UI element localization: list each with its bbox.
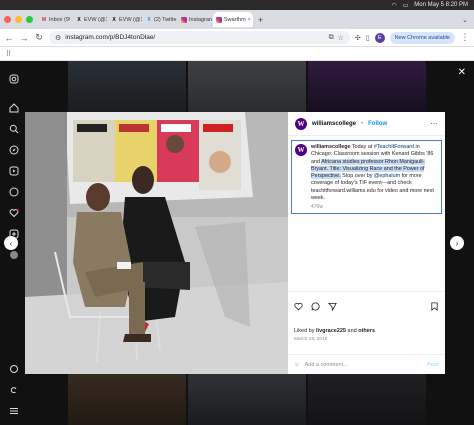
- post-date[interactable]: March 19, 2016: [294, 337, 327, 342]
- browser-tab[interactable]: XEVW (@1×: [73, 12, 107, 27]
- bookmarks-bar: ⠿: [0, 47, 474, 61]
- browser-tab[interactable]: XEVW (@1×: [108, 12, 142, 27]
- home-icon[interactable]: [8, 102, 20, 114]
- browser-tab[interactable]: MInbox (9!×: [38, 12, 72, 27]
- instagram-icon: [181, 16, 187, 23]
- post-comment-button[interactable]: Post: [427, 362, 439, 368]
- next-post-arrow-icon[interactable]: ›: [450, 236, 464, 250]
- browser-tab[interactable]: Instagran×: [178, 12, 212, 27]
- search-icon[interactable]: [8, 123, 20, 135]
- tab-label: Swarthm: [224, 16, 246, 23]
- gmail-icon: M: [41, 16, 47, 23]
- maximize-window-button[interactable]: [26, 16, 33, 23]
- post-details-panel: W williamscollege • Follow ··· W william…: [288, 112, 445, 374]
- wifi-icon[interactable]: ◠: [391, 2, 396, 9]
- caption-username[interactable]: williamscollege: [311, 144, 351, 150]
- comment-bar: ☺ Add a comment... Post: [288, 354, 445, 374]
- close-window-button[interactable]: [4, 16, 11, 23]
- likes-and: and: [345, 328, 359, 334]
- apps-grid-icon[interactable]: ⠿: [6, 50, 11, 58]
- browser-tab[interactable]: X(2) Twitte×: [143, 12, 177, 27]
- reload-icon[interactable]: ↻: [34, 32, 44, 43]
- tab-strip: MInbox (9!×XEVW (@1×XEVW (@1×X(2) Twitte…: [0, 10, 474, 29]
- explore-icon[interactable]: [8, 144, 20, 156]
- caption-part: Stop over by: [340, 173, 374, 180]
- back-icon[interactable]: ←: [4, 33, 14, 43]
- caption-timestamp: 476w: [311, 204, 323, 211]
- x-icon: X: [112, 16, 116, 23]
- more-options-icon[interactable]: ···: [430, 119, 438, 128]
- previous-post-arrow-icon[interactable]: ‹: [4, 236, 18, 250]
- new-tab-button[interactable]: +: [254, 15, 267, 25]
- likes-prefix: Liked by: [294, 328, 317, 334]
- profile-icon[interactable]: [8, 249, 20, 261]
- comment-icon[interactable]: [311, 298, 320, 316]
- new-chrome-available-button[interactable]: New Chrome available: [389, 31, 455, 44]
- account-avatar[interactable]: W: [295, 117, 307, 130]
- close-icon[interactable]: ✕: [458, 67, 466, 78]
- hashtag-link[interactable]: #TeachItForward: [374, 144, 414, 150]
- caption-block: W williamscollege Today at #TeachItForwa…: [291, 140, 442, 215]
- browser-toolbar: ← → ↻ ⚙ instagram.com/p/BDJ4tonDlae/ ⧉ ☆…: [0, 29, 474, 47]
- caption-avatar[interactable]: W: [295, 144, 307, 156]
- extensions-icon[interactable]: ✣: [355, 34, 361, 42]
- profile-avatar[interactable]: E: [374, 32, 385, 43]
- tab-label: (2) Twitte: [154, 16, 177, 23]
- more-menu-icon[interactable]: [8, 405, 20, 417]
- x-icon: X: [77, 16, 81, 23]
- post-header: W williamscollege • Follow ···: [288, 112, 445, 136]
- follow-button[interactable]: Follow: [368, 121, 387, 127]
- share-icon[interactable]: [327, 298, 337, 316]
- window-controls: [4, 16, 33, 23]
- liked-by-user-link[interactable]: livgrace225: [316, 328, 346, 334]
- reels-icon[interactable]: [8, 165, 20, 177]
- post-photo[interactable]: [25, 112, 288, 374]
- address-bar[interactable]: ⚙ instagram.com/p/BDJ4tonDlae/ ⧉ ☆: [49, 31, 350, 44]
- minimize-window-button[interactable]: [15, 16, 22, 23]
- battery-icon[interactable]: ▭: [403, 2, 409, 9]
- liked-by-others-link[interactable]: others: [358, 328, 375, 334]
- tab-label: Instagran: [189, 16, 212, 23]
- url-text[interactable]: instagram.com/p/BDJ4tonDlae/: [65, 34, 324, 41]
- comment-input[interactable]: Add a comment...: [305, 362, 348, 368]
- account-username[interactable]: williamscollege: [312, 121, 356, 127]
- post-modal: W williamscollege • Follow ··· W william…: [25, 112, 445, 374]
- like-heart-icon[interactable]: [294, 298, 303, 316]
- notifications-heart-icon[interactable]: [8, 207, 20, 219]
- chrome-menu-icon[interactable]: ⋮: [460, 32, 470, 43]
- twitter-icon: X: [147, 16, 151, 23]
- post-photo-illustration: [25, 112, 288, 374]
- site-info-icon[interactable]: ⚙: [55, 34, 61, 42]
- tab-label: EVW (@1: [84, 16, 107, 23]
- threads-icon[interactable]: [8, 363, 20, 375]
- tab-search-icon[interactable]: ⌄: [462, 16, 468, 24]
- clock[interactable]: Mon May 5 8:20 PM: [414, 2, 468, 8]
- emoji-icon[interactable]: ☺: [294, 362, 300, 368]
- post-actions: [288, 291, 445, 316]
- mention-link[interactable]: @ephalum: [374, 173, 400, 179]
- caption-text: williamscollege Today at #TeachItForward…: [311, 144, 437, 202]
- separator-dot: •: [361, 120, 364, 127]
- forward-icon[interactable]: →: [19, 33, 29, 43]
- side-panel-icon[interactable]: ▯: [366, 34, 370, 42]
- tab-label: EVW (@1: [119, 16, 142, 23]
- macos-menu-bar: ◠ ▭ Mon May 5 8:20 PM: [0, 0, 474, 10]
- install-icon[interactable]: ⧉: [329, 34, 334, 42]
- tab-close-icon[interactable]: ×: [248, 17, 251, 23]
- tab-label: Inbox (9!: [49, 16, 71, 23]
- likes-summary: Liked by livgrace225 and others: [294, 328, 375, 334]
- instagram-logo-icon[interactable]: [8, 73, 20, 85]
- save-bookmark-icon[interactable]: [430, 298, 439, 316]
- instagram-icon: [216, 16, 222, 23]
- instagram-page: ✕ ‹ › W williamscollege • Follow ··· W w…: [0, 61, 474, 425]
- threads-app-icon[interactable]: [8, 384, 20, 396]
- caption-part: Today at: [350, 144, 374, 150]
- bookmark-star-icon[interactable]: ☆: [338, 34, 344, 42]
- messages-icon[interactable]: [8, 186, 20, 198]
- browser-tab[interactable]: Swarthm ×: [213, 12, 253, 27]
